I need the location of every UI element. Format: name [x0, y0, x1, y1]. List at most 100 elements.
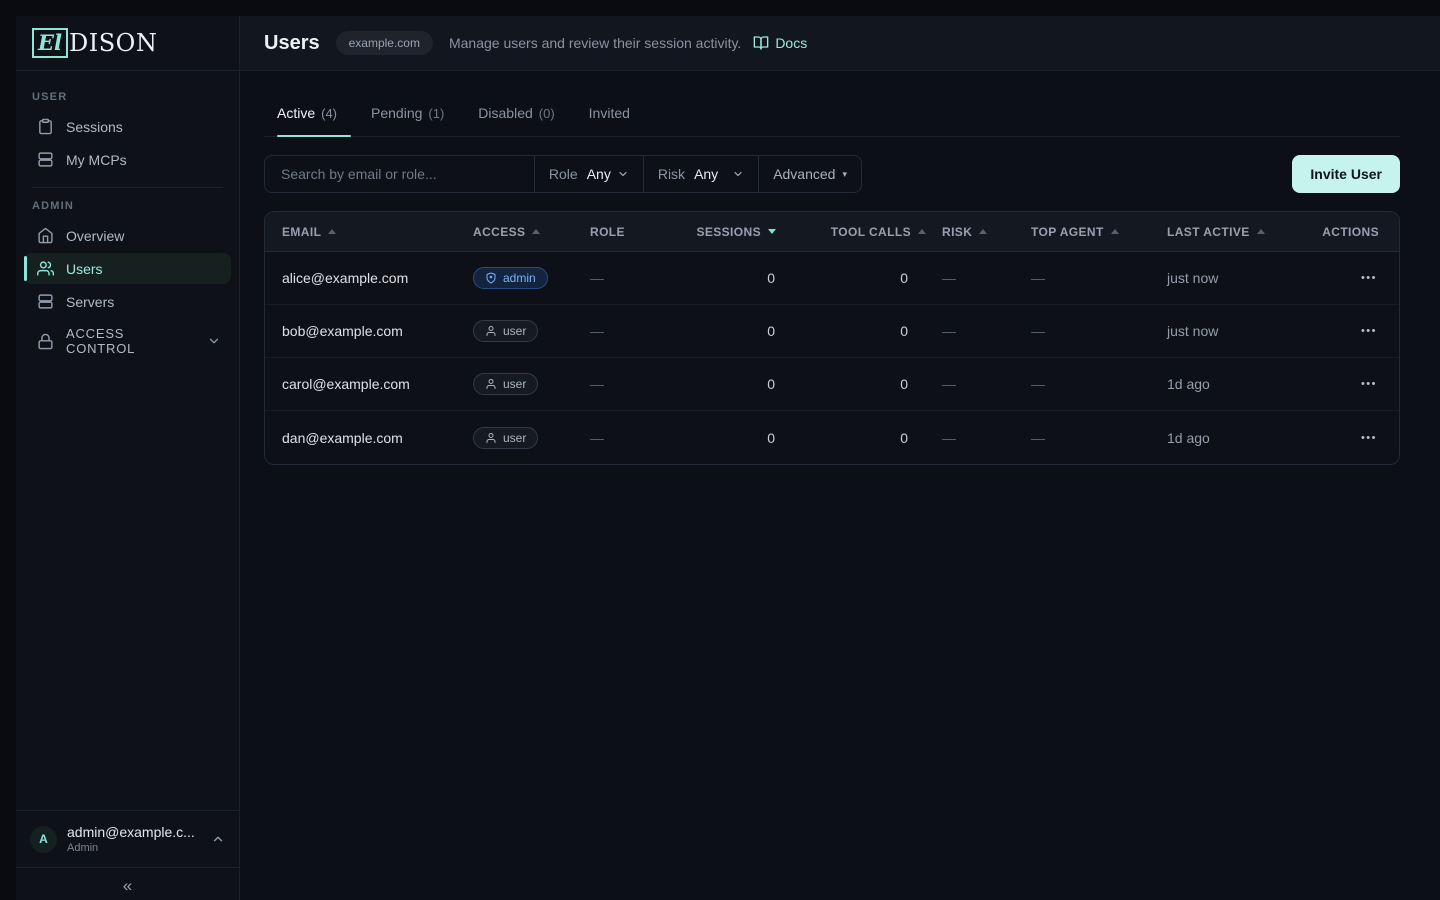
role-filter[interactable]: Role Any [534, 156, 643, 192]
users-icon [37, 260, 54, 277]
user-top-agent: — [1031, 323, 1167, 339]
sidebar-item-access-control[interactable]: ACCESS CONTROL [24, 319, 231, 363]
table-header: EMAIL ACCESS ROLE SESSIONS TOOL CALLS [265, 212, 1399, 252]
account-email: admin@example.c... [67, 824, 195, 840]
book-icon [753, 35, 769, 51]
risk-filter[interactable]: Risk Any [643, 156, 758, 192]
role-filter-label: Role [549, 166, 578, 182]
sidebar-collapse-button[interactable]: « [16, 867, 239, 900]
tab-active[interactable]: Active (4) [277, 95, 337, 136]
column-header-access[interactable]: ACCESS [473, 225, 590, 239]
tab-label: Invited [589, 105, 630, 121]
user-tool-calls: 0 [776, 376, 926, 392]
tab-count: (0) [539, 106, 555, 121]
user-role: — [590, 270, 687, 286]
user-email: alice@example.com [282, 270, 473, 286]
user-top-agent: — [1031, 376, 1167, 392]
user-tool-calls: 0 [776, 323, 926, 339]
row-actions-button[interactable]: ••• [1359, 268, 1379, 288]
sort-asc-icon [918, 229, 926, 234]
column-header-sessions[interactable]: SESSIONS [687, 225, 776, 239]
user-last-active: just now [1167, 270, 1319, 286]
risk-filter-label: Risk [658, 166, 685, 182]
column-header-role[interactable]: ROLE [590, 225, 687, 239]
caret-down-icon: ▾ [842, 169, 847, 180]
user-email: bob@example.com [282, 323, 473, 339]
sidebar-item-overview[interactable]: Overview [24, 220, 231, 251]
user-last-active: 1d ago [1167, 376, 1319, 392]
account-menu[interactable]: A admin@example.c... Admin [16, 810, 239, 867]
lock-icon [37, 333, 54, 350]
row-actions-button[interactable]: ••• [1359, 321, 1379, 341]
chevron-up-icon[interactable] [211, 832, 225, 846]
person-icon [485, 432, 497, 444]
section-label-admin: ADMIN [32, 200, 223, 212]
row-actions-button[interactable]: ••• [1359, 374, 1379, 394]
search-input[interactable] [265, 156, 534, 192]
server-icon [37, 151, 54, 168]
column-header-top-agent[interactable]: TOP AGENT [1031, 225, 1167, 239]
sort-asc-icon [979, 229, 987, 234]
column-header-email[interactable]: EMAIL [282, 225, 473, 239]
column-header-risk[interactable]: RISK [926, 225, 1031, 239]
docs-label: Docs [775, 35, 807, 51]
tab-count: (4) [321, 106, 337, 121]
role-filter-value: Any [587, 166, 611, 182]
sidebar-item-label: Users [66, 261, 103, 277]
users-table: EMAIL ACCESS ROLE SESSIONS TOOL CALLS [264, 211, 1400, 465]
invite-user-button[interactable]: Invite User [1292, 155, 1400, 193]
advanced-filter-toggle[interactable]: Advanced ▾ [758, 156, 861, 192]
table-row[interactable]: carol@example.com user — 0 0 — — 1d ago [265, 358, 1399, 411]
sidebar-item-my-mcps[interactable]: My MCPs [24, 144, 231, 175]
column-header-tool-calls[interactable]: TOOL CALLS [776, 225, 926, 239]
tab-disabled[interactable]: Disabled (0) [478, 95, 554, 136]
user-last-active: just now [1167, 323, 1319, 339]
server-icon [37, 293, 54, 310]
sidebar-item-label: My MCPs [66, 152, 127, 168]
tab-label: Active [277, 105, 315, 121]
table-row[interactable]: alice@example.com admin — 0 0 — — just n… [265, 252, 1399, 305]
tab-pending[interactable]: Pending (1) [371, 95, 444, 136]
sidebar-item-servers[interactable]: Servers [24, 286, 231, 317]
tab-label: Disabled [478, 105, 532, 121]
tab-count: (1) [428, 106, 444, 121]
account-role: Admin [67, 842, 195, 854]
sidebar-item-label: ACCESS CONTROL [66, 326, 195, 356]
access-badge-admin: admin [473, 267, 548, 289]
tab-bar: Active (4) Pending (1) Disabled (0) Invi… [264, 95, 1400, 137]
sidebar-divider [32, 187, 223, 188]
row-actions-button[interactable]: ••• [1359, 428, 1379, 448]
home-icon [37, 227, 54, 244]
table-row[interactable]: dan@example.com user — 0 0 — — 1d ago •• [265, 411, 1399, 464]
risk-filter-value: Any [694, 166, 718, 182]
logo[interactable]: El DISON [16, 16, 239, 71]
sidebar-item-label: Overview [66, 228, 124, 244]
sidebar-item-users[interactable]: Users [24, 253, 231, 284]
sidebar: El DISON USER Sessions My MCPs ADMIN Ove… [16, 16, 240, 900]
table-row[interactable]: bob@example.com user — 0 0 — — just now [265, 305, 1399, 358]
filter-bar: Role Any Risk Any [264, 155, 862, 193]
user-role: — [590, 323, 687, 339]
user-risk: — [926, 430, 1031, 446]
avatar: A [30, 826, 57, 853]
tab-label: Pending [371, 105, 422, 121]
tab-invited[interactable]: Invited [589, 95, 630, 136]
access-badge-user: user [473, 427, 538, 449]
user-risk: — [926, 376, 1031, 392]
user-email: carol@example.com [282, 376, 473, 392]
sidebar-item-sessions[interactable]: Sessions [24, 111, 231, 142]
user-role: — [590, 430, 687, 446]
chevron-down-icon [207, 334, 221, 348]
sort-asc-icon [532, 229, 540, 234]
user-risk: — [926, 270, 1031, 286]
user-tool-calls: 0 [776, 270, 926, 286]
page-header: Users example.com Manage users and revie… [240, 16, 1440, 71]
sidebar-item-label: Sessions [66, 119, 123, 135]
access-badge-user: user [473, 373, 538, 395]
docs-link[interactable]: Docs [753, 35, 807, 51]
column-header-last-active[interactable]: LAST ACTIVE [1167, 225, 1319, 239]
user-sessions: 0 [687, 270, 776, 286]
shield-icon [485, 272, 497, 284]
person-icon [485, 378, 497, 390]
user-sessions: 0 [687, 430, 776, 446]
